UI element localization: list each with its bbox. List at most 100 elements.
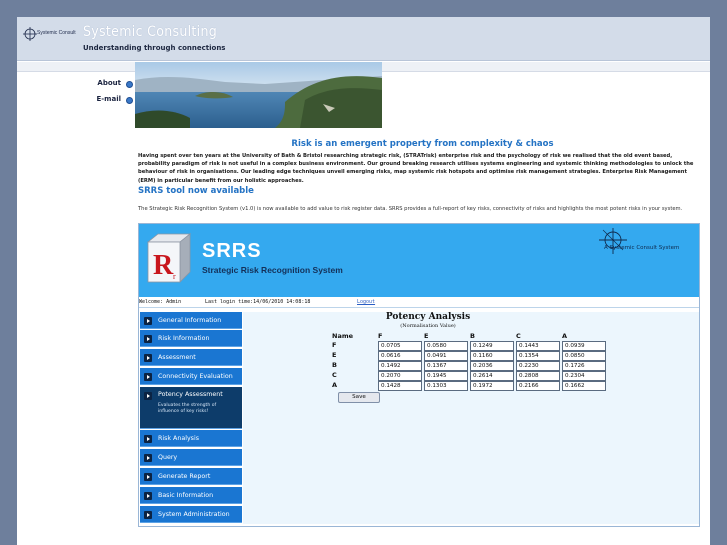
- arrow-right-icon: [144, 454, 152, 462]
- save-button[interactable]: Save: [338, 392, 380, 403]
- page-frame: Systemic Consult Systemic Consulting Und…: [17, 17, 710, 545]
- menu-connectivity-evaluation[interactable]: Connectivity Evaluation: [140, 368, 242, 385]
- menu-item-label: Assessment: [158, 354, 196, 361]
- cube-letter: R: [153, 250, 174, 281]
- potency-value-field[interactable]: 0.1726: [562, 361, 606, 371]
- menu-general-information[interactable]: General Information: [140, 312, 242, 329]
- potency-value-field[interactable]: 0.2304: [562, 371, 606, 381]
- potency-value-field[interactable]: 0.1443: [516, 341, 560, 351]
- logo-star-icon: [23, 27, 37, 41]
- arrow-right-icon: [144, 335, 152, 343]
- arrow-right-icon: [144, 492, 152, 500]
- menu-assessment[interactable]: Assessment: [140, 349, 242, 366]
- srrs-cube-logo: R r: [144, 232, 196, 286]
- srrs-description: The Strategic Risk Recognition System (v…: [138, 206, 683, 212]
- potency-value-field[interactable]: 0.2070: [378, 371, 422, 381]
- app-side-menu: General Information Risk Information Ass…: [140, 312, 242, 524]
- potency-value-field[interactable]: 0.1354: [516, 351, 560, 361]
- potency-value-field[interactable]: 0.1972: [470, 381, 514, 391]
- srrs-heading: SRRS tool now available: [138, 186, 254, 196]
- logo-text: Systemic Consult: [37, 30, 76, 36]
- cube-logo-icon: R r: [146, 233, 192, 283]
- column-header: F: [378, 332, 383, 340]
- potency-value-field[interactable]: 0.1662: [562, 381, 606, 391]
- menu-item-label: Risk Information: [158, 335, 210, 342]
- consult-label: A Systemic Consult System: [604, 245, 680, 251]
- page-headline: Risk is an emergent property from comple…: [291, 139, 554, 149]
- menu-item-label: System Administration: [158, 511, 230, 518]
- potency-value-field[interactable]: 0.0939: [562, 341, 606, 351]
- site-tagline: Understanding through connections: [83, 44, 226, 52]
- potency-value-field[interactable]: 0.2808: [516, 371, 560, 381]
- menu-potency-assessment[interactable]: Potency Assessment Evaluates the strengt…: [140, 387, 242, 429]
- potency-value-field[interactable]: 0.1160: [470, 351, 514, 361]
- menu-item-label: Query: [158, 454, 178, 461]
- potency-title: Potency Analysis: [385, 312, 471, 322]
- cube-subletter: r: [173, 272, 176, 281]
- menu-basic-information[interactable]: Basic Information: [140, 487, 242, 504]
- potency-value-field[interactable]: 0.2614: [470, 371, 514, 381]
- header-photo: [135, 62, 382, 128]
- menu-item-label: Connectivity Evaluation: [158, 373, 233, 380]
- potency-value-field[interactable]: 0.0616: [378, 351, 422, 361]
- potency-value-field[interactable]: 0.1945: [424, 371, 468, 381]
- bullet-icon: [126, 81, 133, 88]
- arrow-right-icon: [144, 373, 152, 381]
- potency-value-field[interactable]: 0.1367: [424, 361, 468, 371]
- potency-value-field[interactable]: 0.1249: [470, 341, 514, 351]
- site-logo[interactable]: Systemic Consult: [23, 27, 76, 41]
- nav-email-label: E-mail: [96, 95, 121, 103]
- menu-item-label: Potency Assessment: [158, 391, 223, 398]
- potency-value-field[interactable]: 0.0850: [562, 351, 606, 361]
- coastline-landscape-image: [135, 62, 382, 128]
- potency-value-field[interactable]: 0.1492: [378, 361, 422, 371]
- menu-system-administration[interactable]: System Administration: [140, 506, 242, 523]
- arrow-right-icon: [144, 473, 152, 481]
- potency-analysis-panel: Potency Analysis (Normalisation Value) N…: [243, 312, 699, 524]
- menu-query[interactable]: Query: [140, 449, 242, 466]
- potency-value-field[interactable]: 0.2166: [516, 381, 560, 391]
- intro-paragraph: Having spent over ten years at the Unive…: [138, 153, 694, 184]
- potency-value-field[interactable]: 0.0705: [378, 341, 422, 351]
- arrow-right-icon: [144, 354, 152, 362]
- potency-value-field[interactable]: 0.0580: [424, 341, 468, 351]
- menu-item-description: Evaluates the strength of influence of k…: [158, 403, 217, 414]
- potency-value-field[interactable]: 0.2230: [516, 361, 560, 371]
- arrow-right-icon: [144, 511, 152, 519]
- menu-risk-analysis[interactable]: Risk Analysis: [140, 430, 242, 447]
- potency-value-field[interactable]: 0.0491: [424, 351, 468, 361]
- bullet-icon: [126, 97, 133, 104]
- arrow-right-icon: [144, 317, 152, 325]
- app-full-name: Strategic Risk Recognition System: [202, 265, 343, 275]
- row-label: F: [332, 341, 337, 349]
- menu-item-label: Risk Analysis: [158, 435, 199, 442]
- logout-link[interactable]: Logout: [357, 299, 375, 305]
- potency-value-field[interactable]: 0.1303: [424, 381, 468, 391]
- site-header: Systemic Consult Systemic Consulting Und…: [17, 17, 710, 61]
- potency-value-field[interactable]: 0.2036: [470, 361, 514, 371]
- row-label: E: [332, 351, 337, 359]
- srrs-app-screenshot: R r SRRS Strategic Risk Recognition Syst…: [138, 223, 700, 527]
- app-banner: R r SRRS Strategic Risk Recognition Syst…: [139, 224, 699, 297]
- column-header: A: [562, 332, 568, 340]
- last-login-text: Last login time:14/06/2010 14:08:18: [205, 299, 311, 305]
- column-header: E: [424, 332, 429, 340]
- menu-generate-report[interactable]: Generate Report: [140, 468, 242, 485]
- column-header: C: [516, 332, 521, 340]
- name-column-header: Name: [332, 332, 354, 340]
- nav-email[interactable]: E-mail: [17, 95, 133, 107]
- arrow-right-icon: [144, 392, 152, 400]
- column-header: B: [470, 332, 475, 340]
- potency-value-field[interactable]: 0.1428: [378, 381, 422, 391]
- row-label: B: [332, 361, 337, 369]
- nav-about[interactable]: About: [17, 79, 133, 91]
- row-label: C: [332, 371, 337, 379]
- menu-item-label: General Information: [158, 317, 222, 324]
- site-title: Systemic Consulting: [83, 24, 218, 40]
- potency-subtitle: (Normalisation Value): [400, 323, 456, 329]
- welcome-text: Welcome: Admin: [139, 299, 182, 305]
- row-label: A: [332, 381, 338, 389]
- menu-risk-information[interactable]: Risk Information: [140, 330, 242, 347]
- menu-item-label: Basic Information: [158, 492, 214, 499]
- menu-item-label: Generate Report: [158, 473, 211, 480]
